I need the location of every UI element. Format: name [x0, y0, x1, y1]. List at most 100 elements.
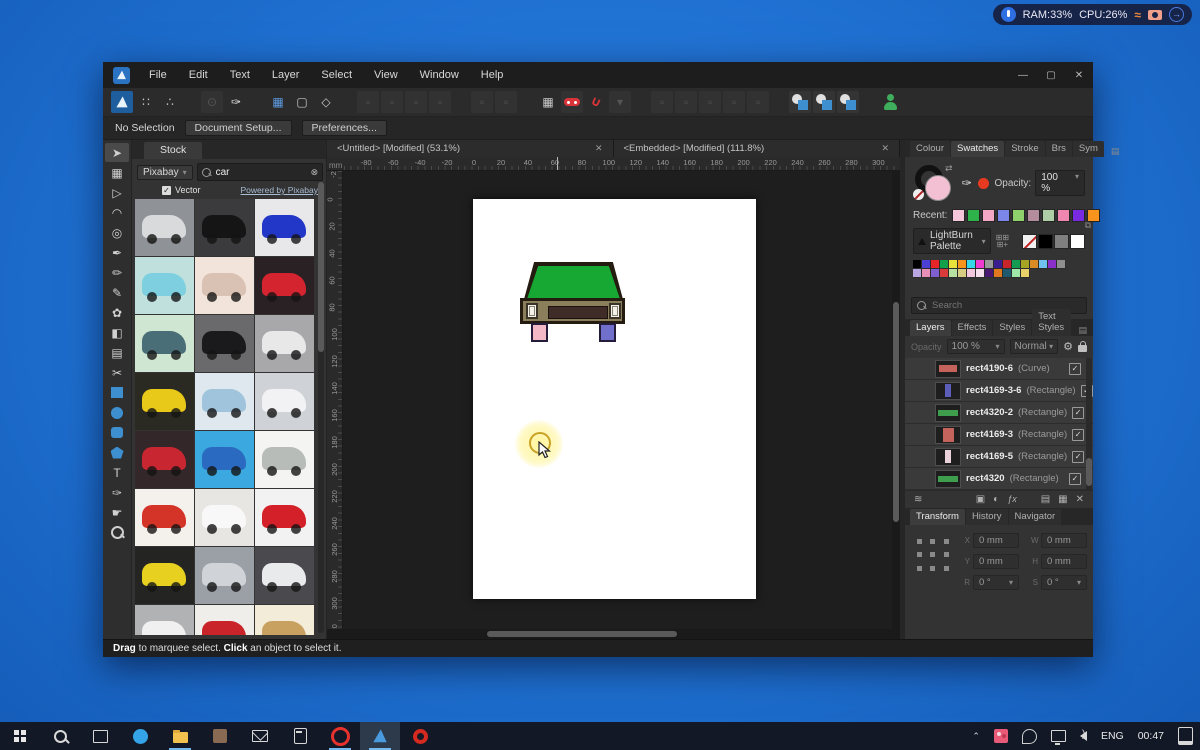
colour-picker-tool[interactable]: ✑ [105, 483, 129, 502]
stock-provider-dropdown[interactable]: Pixabay ▾ [137, 164, 193, 180]
stock-thumbnail[interactable] [195, 257, 254, 314]
anchor-dot[interactable] [917, 552, 922, 558]
stock-thumbnail[interactable] [195, 199, 254, 256]
palette-swatch[interactable] [976, 269, 985, 278]
palette-swatch[interactable] [1003, 260, 1012, 269]
place-image-button[interactable]: ⊙ [201, 91, 223, 113]
anchor-dot[interactable] [917, 565, 922, 571]
car-headlight-left[interactable] [526, 303, 538, 319]
picture-frame-tool[interactable]: ▤ [105, 343, 129, 362]
transform-input-h[interactable]: 0 mm [1041, 554, 1087, 569]
red-app[interactable] [400, 722, 440, 750]
grid-toggle-button[interactable]: ▦ [537, 91, 559, 113]
layer-row[interactable]: rect4190-6 (Curve) ✓ [905, 358, 1093, 380]
opacity-dropdown[interactable]: 100 % ▾ [1035, 170, 1085, 196]
quick-swatch[interactable] [1054, 233, 1069, 249]
point-transform-tool[interactable]: ◎ [105, 223, 129, 242]
adjustment-layer-icon[interactable]: ◐ [993, 494, 999, 505]
swap-colours-icon[interactable]: ⇄ [945, 163, 953, 174]
meet-now-icon[interactable] [987, 722, 1015, 750]
tab-history[interactable]: History [965, 509, 1008, 525]
palette-swatch[interactable] [1021, 260, 1030, 269]
marquee-mode-button[interactable]: ▢ [291, 91, 313, 113]
palette-swatch[interactable] [994, 260, 1003, 269]
palette-swatch[interactable] [940, 269, 949, 278]
anchor-dot[interactable] [943, 539, 949, 544]
stock-thumbnail[interactable] [135, 431, 194, 488]
snap-grid-button[interactable]: ▦ [267, 91, 289, 113]
new-layer-icon[interactable]: ▤ [1041, 494, 1050, 505]
recent-swatch[interactable] [997, 209, 1011, 222]
maximize-button[interactable]: ▢ [1037, 62, 1065, 88]
lock-icon[interactable] [1078, 341, 1087, 352]
layer-visibility-checkbox[interactable]: ✓ [1072, 428, 1085, 441]
menu-edit[interactable]: Edit [178, 62, 219, 88]
layer-visibility-checkbox[interactable]: ✓ [1069, 362, 1081, 375]
transform-input-y[interactable]: 0 mm [973, 554, 1019, 569]
picked-colour-dot[interactable] [977, 177, 989, 189]
palette-swatch[interactable] [967, 269, 976, 278]
menu-file[interactable]: File [138, 62, 178, 88]
palette-dropdown[interactable]: LightBurn Palette ▾ [913, 228, 991, 254]
menu-help[interactable]: Help [470, 62, 515, 88]
palette-swatch[interactable] [985, 269, 994, 278]
file-explorer[interactable] [160, 722, 200, 750]
style-picker-button[interactable]: ✑ [225, 91, 247, 113]
palette-swatch[interactable] [1012, 260, 1021, 269]
palette-swatch[interactable] [967, 260, 976, 269]
align-button[interactable]: ▫ [471, 91, 493, 113]
blend-mode-dropdown[interactable]: Normal ▾ [1009, 339, 1059, 354]
stock-thumbnail[interactable] [195, 547, 254, 604]
palette-swatch[interactable] [922, 269, 931, 278]
anchor-dot[interactable] [930, 539, 936, 544]
stock-scrollbar[interactable] [318, 182, 324, 633]
arrange-back-button[interactable]: ▫ [429, 91, 451, 113]
canvas-horizontal-scrollbar[interactable] [327, 629, 900, 639]
car-wheel-left[interactable] [531, 323, 548, 342]
pencil-tool[interactable]: ✏ [105, 263, 129, 282]
corner-tool[interactable]: ◠ [105, 203, 129, 222]
fill-tool[interactable]: ◧ [105, 323, 129, 342]
search-button[interactable] [40, 722, 80, 750]
car-headlight-right[interactable] [609, 303, 621, 319]
no-colour-well[interactable] [913, 189, 924, 200]
palette-swatch[interactable] [940, 260, 949, 269]
rounded-rectangle-tool[interactable] [105, 423, 129, 442]
tab-stock[interactable]: Stock [144, 142, 203, 159]
palette-swatch[interactable] [976, 260, 985, 269]
palette-swatch[interactable] [985, 260, 994, 269]
stock-thumbnail[interactable] [135, 373, 194, 430]
stroke-fill-wells[interactable]: ⇄ [913, 163, 956, 201]
stock-search-input[interactable] [213, 165, 308, 179]
palette-swatch[interactable] [922, 260, 931, 269]
layer-row[interactable]: rect4169-3 (Rectangle) ✓ [905, 424, 1093, 446]
minimize-button[interactable]: — [1009, 62, 1037, 88]
boolean-add-button[interactable] [789, 91, 811, 113]
palette-swatch[interactable] [949, 260, 958, 269]
rectangle-tool[interactable] [105, 383, 129, 402]
distribute-button[interactable]: ▫ [495, 91, 517, 113]
stock-thumbnail[interactable] [135, 605, 194, 635]
close-button[interactable]: ✕ [1065, 62, 1093, 88]
export-persona-button[interactable]: ∴ [159, 91, 181, 113]
layer-row[interactable]: rect4320 (Rectangle) ✓ [905, 468, 1093, 490]
layer-opacity-dropdown[interactable]: 100 % ▾ [946, 339, 1005, 354]
clear-search-icon[interactable]: ⊗ [311, 167, 319, 178]
recent-swatch[interactable] [1027, 209, 1041, 222]
palette-swatch[interactable] [1048, 260, 1057, 269]
panel-menu-icon[interactable]: ▤ [1105, 146, 1126, 157]
recent-swatch[interactable] [952, 209, 966, 222]
car-windshield[interactable] [527, 266, 620, 299]
layer-row[interactable]: rect4169-5 (Rectangle) ✓ [905, 446, 1093, 468]
mask-layer-icon[interactable]: ▣ [976, 494, 985, 505]
recent-swatch[interactable] [1057, 209, 1071, 222]
vector-persona-button[interactable] [111, 91, 133, 113]
snapping-toggle-button[interactable]: ∪ [581, 87, 610, 116]
pixel-persona-button[interactable]: ∷ [135, 91, 157, 113]
tab-navigator[interactable]: Navigator [1008, 509, 1062, 525]
stock-thumbnail[interactable] [195, 489, 254, 546]
car-wheel-right[interactable] [599, 323, 616, 342]
menu-layer[interactable]: Layer [261, 62, 311, 88]
crop-tool[interactable]: ✂ [105, 363, 129, 382]
transform-input-r[interactable]: 0 ° ▾ [973, 575, 1019, 590]
